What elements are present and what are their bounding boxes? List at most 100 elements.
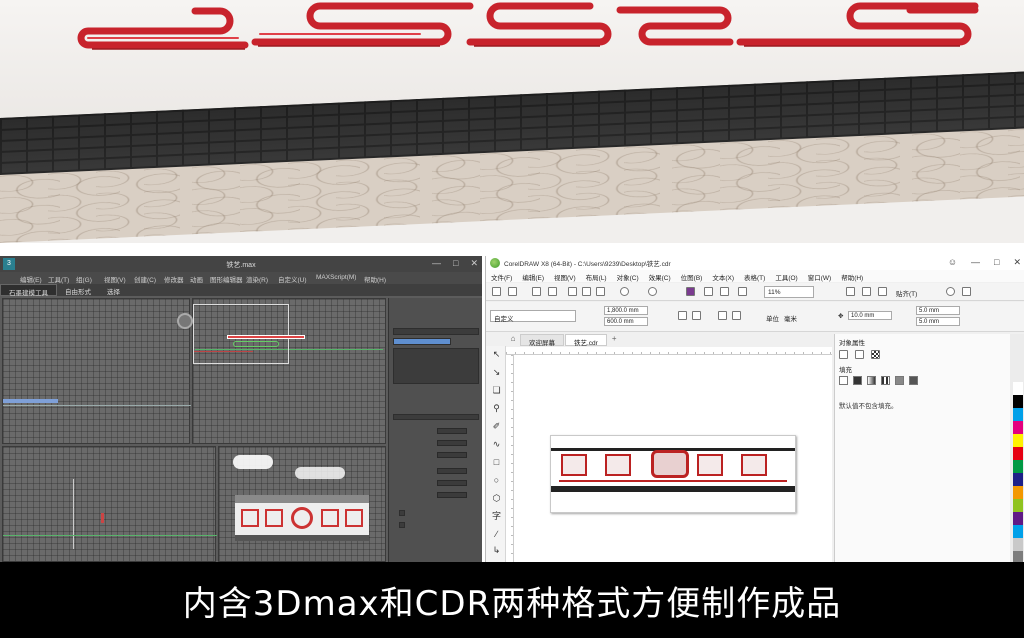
user-icon[interactable]: ☺ [948, 257, 957, 268]
max-menu-edit[interactable]: 编辑(E) [20, 272, 48, 284]
tab-welcome-screen[interactable]: 欢迎屏幕 [520, 334, 564, 347]
redo-icon[interactable] [648, 287, 657, 296]
pdf-icon[interactable] [738, 287, 747, 296]
full-screen-icon[interactable] [846, 287, 855, 296]
ribbon-tab-selection[interactable]: 选择 [99, 284, 128, 296]
cdr-menu-file[interactable]: 文件(F) [486, 270, 517, 282]
max-menu-modifiers[interactable]: 修改器 [164, 272, 190, 284]
cdr-menu-tools[interactable]: 工具(O) [770, 270, 802, 282]
palette-swatch[interactable] [1013, 447, 1023, 460]
portrait-icon[interactable] [678, 311, 687, 320]
no-fill-icon[interactable] [839, 376, 848, 385]
drawing-canvas[interactable] [514, 355, 832, 562]
open-icon[interactable] [508, 287, 517, 296]
freehand-tool-icon[interactable]: ✐ [492, 422, 501, 431]
maximize-icon[interactable]: □ [453, 258, 458, 269]
current-page-icon[interactable] [732, 311, 741, 320]
duplicate-y-field[interactable]: 5.0 mm [916, 317, 960, 326]
options-gear-icon[interactable] [946, 287, 955, 296]
cdr-menu-object[interactable]: 对象(C) [612, 270, 644, 282]
max-menu-help[interactable]: 帮助(H) [364, 272, 394, 284]
cut-icon[interactable] [568, 287, 577, 296]
fill-tab-icon[interactable] [855, 350, 864, 359]
all-pages-icon[interactable] [718, 311, 727, 320]
copy-icon[interactable] [582, 287, 591, 296]
tab-document[interactable]: 铁艺.cdr [565, 334, 607, 347]
page-width-field[interactable]: 1,800.0 mm [604, 306, 648, 315]
viewport-front[interactable] [177, 298, 386, 444]
shape-tool-icon[interactable]: ↘ [492, 368, 501, 377]
new-tab-icon[interactable]: + [608, 334, 621, 346]
zoom-level-select[interactable]: 11% [764, 286, 814, 298]
maximize-icon[interactable]: □ [994, 257, 999, 268]
import-icon[interactable] [704, 287, 713, 296]
snap-to-menu[interactable]: 贴齐(T) [896, 288, 917, 298]
text-tool-icon[interactable]: 字 [492, 512, 501, 521]
palette-swatch[interactable] [1013, 512, 1023, 525]
search-content-icon[interactable] [686, 287, 695, 296]
save-icon[interactable] [532, 287, 541, 296]
nudge-distance-field[interactable]: 10.0 mm [848, 311, 892, 320]
parallel-dimension-icon[interactable]: ∕ [492, 530, 501, 539]
max-menu-tools[interactable]: 工具(T) [48, 272, 76, 284]
rulers-icon[interactable] [862, 287, 871, 296]
palette-swatch[interactable] [1013, 525, 1023, 538]
cdr-menu-help[interactable]: 帮助(H) [836, 270, 868, 282]
viewport-perspective-render[interactable] [218, 446, 386, 562]
texture-fill-icon[interactable] [895, 376, 904, 385]
close-icon[interactable]: ✕ [1013, 257, 1021, 268]
max-menu-animation[interactable]: 动画 [190, 272, 210, 284]
page-size-preset[interactable]: 自定义 [490, 310, 576, 323]
viewport-left[interactable] [2, 446, 217, 562]
palette-swatch[interactable] [1013, 460, 1023, 473]
uniform-fill-icon[interactable] [853, 376, 862, 385]
horizontal-ruler[interactable] [506, 347, 832, 355]
connector-tool-icon[interactable]: ↳ [492, 546, 501, 555]
pick-tool-icon[interactable]: ↖ [492, 350, 501, 359]
cdr-menu-effects[interactable]: 效果(C) [644, 270, 676, 282]
palette-swatch[interactable] [1013, 382, 1023, 395]
page-height-field[interactable]: 600.0 mm [604, 317, 648, 326]
crop-tool-icon[interactable]: ❏ [492, 386, 501, 395]
close-icon[interactable]: ✕ [470, 258, 478, 269]
drawing-page[interactable] [550, 435, 796, 513]
ellipse-tool-icon[interactable]: ○ [492, 476, 501, 485]
cdr-menu-window[interactable]: 窗口(W) [803, 270, 836, 282]
postscript-fill-icon[interactable] [909, 376, 918, 385]
ribbon-tab-freeform[interactable]: 自由形式 [57, 284, 99, 296]
max-menu-group[interactable]: 组(G) [76, 272, 104, 284]
cdr-menu-edit[interactable]: 编辑(E) [517, 270, 549, 282]
outline-tab-icon[interactable] [839, 350, 848, 359]
cdr-menu-view[interactable]: 视图(V) [549, 270, 581, 282]
max-menu-graph-editors[interactable]: 图形编辑器 [210, 272, 246, 284]
artistic-media-icon[interactable]: ∿ [492, 440, 501, 449]
new-document-icon[interactable] [492, 287, 501, 296]
cdr-menu-text[interactable]: 文本(X) [707, 270, 739, 282]
grid-icon[interactable] [878, 287, 887, 296]
max-menu-rendering[interactable]: 渲染(R) [246, 272, 278, 284]
fountain-fill-icon[interactable] [867, 376, 876, 385]
duplicate-x-field[interactable]: 5.0 mm [916, 306, 960, 315]
palette-swatch[interactable] [1013, 473, 1023, 486]
vertical-ruler[interactable] [506, 355, 514, 562]
max-menu-create[interactable]: 创建(C) [134, 272, 164, 284]
pattern-fill-icon[interactable] [881, 376, 890, 385]
palette-swatch[interactable] [1013, 395, 1023, 408]
paste-icon[interactable] [596, 287, 605, 296]
cdr-menu-table[interactable]: 表格(T) [739, 270, 770, 282]
minimize-icon[interactable]: — [432, 258, 441, 269]
palette-swatch[interactable] [1013, 421, 1023, 434]
transparency-tab-icon[interactable] [871, 350, 880, 359]
zoom-tool-icon[interactable]: ⚲ [492, 404, 501, 413]
palette-swatch[interactable] [1013, 538, 1023, 551]
polygon-tool-icon[interactable]: ⬡ [492, 494, 501, 503]
max-menu-maxscript[interactable]: MAXScript(M) [316, 272, 364, 284]
viewcube-icon[interactable] [177, 313, 193, 329]
export-icon[interactable] [720, 287, 729, 296]
cdr-menu-bitmaps[interactable]: 位图(B) [676, 270, 708, 282]
rectangle-tool-icon[interactable]: □ [492, 458, 501, 467]
max-menu-views[interactable]: 视图(V) [104, 272, 134, 284]
cdr-menu-layout[interactable]: 布局(L) [581, 270, 612, 282]
max-menu-customize[interactable]: 自定义(U) [278, 272, 316, 284]
app-launcher-icon[interactable] [962, 287, 971, 296]
